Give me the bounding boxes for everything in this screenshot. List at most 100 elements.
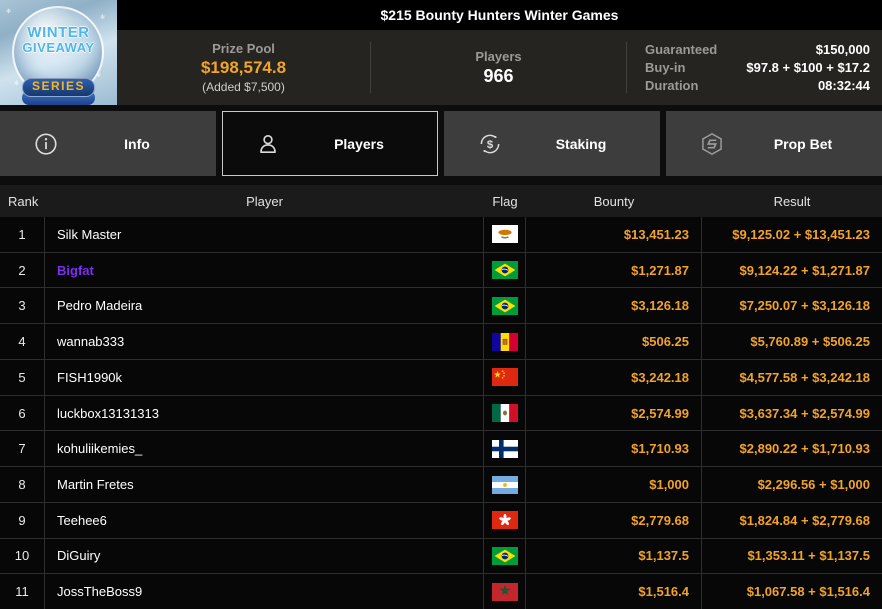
player-name: DiGuiry	[45, 538, 484, 574]
player-name: Martin Fretes	[45, 467, 484, 502]
prop-bet-icon	[699, 131, 725, 157]
table-row[interactable]: 11 JossTheBoss9 $1,516.4 $1,067.58 + $1,516…	[0, 574, 882, 609]
bounty-cell: $1,271.87	[526, 252, 702, 288]
players-label: Players	[475, 48, 522, 64]
table-row[interactable]: 8 Martin Fretes $1,000 $2,296.56 + $1,000	[0, 467, 882, 503]
player-name: luckbox13131313	[45, 395, 484, 431]
rank-cell: 11	[0, 574, 45, 609]
result-cell: $9,124.22 + $1,271.87	[702, 253, 882, 288]
brazil-flag-icon	[484, 538, 526, 574]
bounty-value: $13,451.23	[623, 226, 689, 242]
tab-label: Prop Bet	[773, 135, 833, 152]
bounty-value: $1,000	[649, 477, 689, 492]
table-row[interactable]: 9 Teehee6 $2,779.68 $1,824.84 + $2,779.68	[0, 502, 882, 539]
hong-kong-flag-icon	[484, 502, 526, 538]
rank-cell: 5	[0, 359, 45, 395]
bounty-cell: $1,000	[526, 467, 702, 502]
result-value: $5,760.89 + $506.25	[750, 334, 870, 350]
result-cell: $7,250.07 + $3,126.18	[702, 288, 882, 323]
bounty-value: $3,242.18	[631, 369, 689, 385]
mexico-flag-icon	[484, 395, 526, 431]
buyin-label: Buy-in	[645, 60, 686, 75]
prize-pool-label: Prize Pool	[212, 41, 275, 56]
morocco-flag-icon	[484, 574, 526, 609]
bounty-value: $1,137.5	[638, 548, 689, 564]
result-value: $7,250.07 + $3,126.18	[739, 298, 870, 314]
rank-cell: 9	[0, 502, 45, 538]
rank-cell: 2	[0, 252, 45, 288]
table-row[interactable]: 10 DiGuiry $1,137.5 $1,353.11 + $1,137.5	[0, 538, 882, 575]
rank-cell: 8	[0, 467, 45, 502]
title-bar: $215 Bounty Hunters Winter Games	[117, 0, 882, 30]
info-icon	[33, 131, 59, 157]
bounty-cell: $1,710.93	[526, 431, 702, 467]
bounty-value: $2,574.99	[631, 405, 689, 421]
rank-cell: 10	[0, 538, 45, 574]
bounty-cell: $506.25	[526, 324, 702, 359]
result-cell: $1,067.58 + $1,516.4	[702, 574, 882, 609]
duration-label: Duration	[645, 78, 699, 93]
tab-players[interactable]: Players	[222, 111, 438, 176]
bounty-value: $2,779.68	[631, 512, 689, 528]
staking-icon: $	[477, 131, 503, 157]
snowflake-icon: ✻	[100, 15, 106, 21]
bounty-value: $1,710.93	[631, 441, 689, 457]
bounty-value: $1,271.87	[631, 262, 689, 278]
andorra-flag-icon	[484, 324, 526, 359]
table-row[interactable]: 7 kohuliikemies_ $1,710.93 $2,890.22 + $1,7…	[0, 431, 882, 468]
tab-info[interactable]: Info	[0, 111, 216, 176]
column-header-bounty: Bounty	[593, 193, 635, 209]
result-cell: $2,890.22 + $1,710.93	[702, 431, 882, 466]
stat-row-guaranteed: Guaranteed $150,000	[645, 42, 870, 57]
table-row[interactable]: 1 Silk Master $13,451.23 $9,125.02 + $13,45…	[0, 217, 882, 253]
stat-row-buyin: Buy-in $97.8 + $100 + $17.2	[645, 60, 870, 75]
column-header-flag: Flag	[492, 193, 518, 209]
tab-prop-bet[interactable]: Prop Bet	[666, 111, 882, 176]
player-name: kohuliikemies_	[45, 431, 484, 467]
players-table-body: 1 Silk Master $13,451.23 $9,125.02 + $13,45…	[0, 217, 882, 609]
player-name: Teehee6	[45, 502, 484, 538]
china-flag-icon	[484, 359, 526, 395]
column-header-result: Result	[773, 193, 811, 209]
tournament-header: ✻ ✻ ✻ ✻ WINTER GIVEAWAY SERIES $215 Boun…	[0, 0, 882, 105]
prize-pool-section: Prize Pool $198,574.8 (Added $7,500)	[117, 30, 370, 105]
result-value: $2,890.22 + $1,710.93	[739, 441, 870, 457]
table-row[interactable]: 5 FISH1990k $3,242.18 $4,577.58 + $3,242.18	[0, 359, 882, 396]
winter-giveaway-series-logo: ✻ ✻ ✻ ✻ WINTER GIVEAWAY SERIES	[0, 0, 117, 105]
logo-line1: WINTER	[27, 24, 90, 41]
guaranteed-value: $150,000	[815, 42, 870, 57]
result-cell: $2,296.56 + $1,000	[702, 467, 882, 502]
tab-label: Players	[334, 135, 384, 152]
player-name: wannab333	[45, 324, 484, 359]
rank-cell: 1	[0, 217, 45, 252]
tab-bar: Info Players $ Staking Prop Bet	[0, 111, 882, 176]
prize-pool-added: (Added $7,500)	[202, 80, 285, 94]
result-value: $1,824.84 + $2,779.68	[739, 512, 870, 528]
rank-cell: 3	[0, 288, 45, 324]
duration-value: 08:32:44	[817, 78, 870, 93]
result-value: $1,353.11 + $1,137.5	[747, 548, 870, 564]
finland-flag-icon	[484, 431, 526, 467]
result-cell: $1,353.11 + $1,137.5	[702, 539, 882, 574]
result-cell: $4,577.58 + $3,242.18	[702, 360, 882, 395]
table-row[interactable]: 4 wannab333 $506.25 $5,760.89 + $506.25	[0, 324, 882, 360]
table-row[interactable]: 6 luckbox13131313 $2,574.99 $3,637.34 + $2,…	[0, 395, 882, 432]
tab-label: Info	[124, 135, 150, 152]
rank-cell: 6	[0, 395, 45, 431]
rank-cell: 7	[0, 431, 45, 467]
column-header-player: Player	[246, 193, 283, 209]
players-value: 966	[483, 65, 514, 86]
table-row[interactable]: 3 Pedro Madeira $3,126.18 $7,250.07 + $3,12…	[0, 288, 882, 325]
stat-row-duration: Duration 08:32:44	[645, 78, 870, 93]
bounty-cell: $3,126.18	[526, 288, 702, 324]
player-name: Bigfat	[45, 252, 484, 288]
svg-text:$: $	[487, 138, 494, 150]
tab-staking[interactable]: $ Staking	[444, 111, 660, 176]
brazil-flag-icon	[484, 252, 526, 288]
logo-line3: SERIES	[21, 78, 95, 97]
player-name: FISH1990k	[45, 359, 484, 395]
bounty-value: $3,126.18	[631, 298, 689, 314]
bounty-cell: $13,451.23	[526, 217, 702, 252]
table-row[interactable]: 2 Bigfat $1,271.87 $9,124.22 + $1,271.87	[0, 252, 882, 289]
bounty-value: $506.25	[642, 334, 689, 350]
